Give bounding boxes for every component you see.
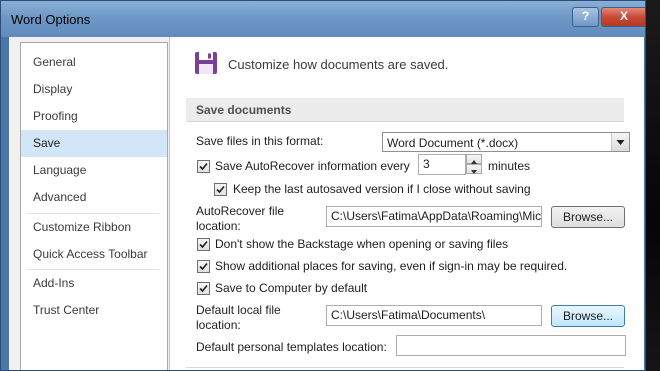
autorecover-location-label-2: location:: [196, 219, 241, 233]
spin-up-icon[interactable]: [466, 154, 482, 164]
word-options-dialog: Word Options ? X General Display Proofin…: [0, 0, 646, 371]
close-button[interactable]: X: [601, 7, 645, 27]
options-sidebar: General Display Proofing Save Language A…: [20, 42, 168, 370]
help-button[interactable]: ?: [572, 7, 599, 27]
sidebar-item-quick-access-toolbar[interactable]: Quick Access Toolbar: [21, 241, 167, 268]
templates-location-label: Default personal templates location:: [196, 340, 387, 354]
default-local-label: Default local file: [196, 303, 281, 317]
backstage-label: Don't show the Backstage when opening or…: [215, 237, 509, 251]
section-divider: [186, 367, 624, 368]
sidebar-item-language[interactable]: Language: [21, 157, 167, 184]
sidebar-item-add-ins[interactable]: Add-Ins: [21, 270, 167, 297]
sidebar-item-advanced[interactable]: Advanced: [21, 184, 167, 211]
autorecover-location-input[interactable]: C:\Users\Fatima\AppData\Roaming\Mic: [326, 206, 542, 227]
page-header-text: Customize how documents are saved.: [228, 57, 449, 72]
window-title: Word Options: [11, 12, 91, 27]
sidebar-item-general[interactable]: General: [21, 49, 167, 76]
templates-location-input[interactable]: [396, 335, 626, 356]
autorecover-checkbox[interactable]: [197, 160, 210, 173]
default-local-label-2: location:: [196, 318, 241, 332]
section-title: Save documents: [186, 98, 624, 122]
sidebar-item-trust-center[interactable]: Trust Center: [21, 297, 167, 324]
title-bar[interactable]: Word Options ? X: [1, 1, 645, 37]
minutes-label: minutes: [488, 159, 531, 173]
spin-down-icon[interactable]: [466, 164, 482, 174]
format-label: Save files in this format:: [196, 134, 324, 148]
additional-places-label: Show additional places for saving, even …: [215, 259, 568, 273]
sidebar-item-display[interactable]: Display: [21, 76, 167, 103]
keep-last-checkbox[interactable]: [214, 183, 227, 196]
sidebar-item-proofing[interactable]: Proofing: [21, 103, 167, 130]
autorecover-location-label: AutoRecover file: [196, 204, 285, 218]
save-format-dropdown[interactable]: Word Document (*.docx): [382, 132, 630, 152]
backstage-checkbox[interactable]: [197, 238, 210, 251]
autorecover-label: Save AutoRecover information every: [215, 159, 410, 173]
browse-autorecover-button[interactable]: Browse...: [551, 206, 625, 228]
dialog-body: General Display Proofing Save Language A…: [9, 37, 644, 370]
save-options-panel: Customize how documents are saved. Save …: [169, 37, 644, 370]
floppy-disk-icon: [195, 52, 217, 74]
save-computer-checkbox[interactable]: [197, 282, 210, 295]
sidebar-item-save[interactable]: Save: [21, 130, 167, 157]
sidebar-item-customize-ribbon[interactable]: Customize Ribbon: [21, 214, 167, 241]
additional-places-checkbox[interactable]: [197, 260, 210, 273]
autorecover-minutes-input[interactable]: 3: [418, 154, 466, 175]
save-format-value: Word Document (*.docx): [387, 136, 519, 150]
browse-local-button[interactable]: Browse...: [551, 305, 625, 327]
chevron-down-icon[interactable]: [611, 133, 629, 151]
keep-last-label: Keep the last autosaved version if I clo…: [233, 182, 531, 196]
default-local-input[interactable]: C:\Users\Fatima\Documents\: [326, 305, 542, 326]
save-computer-label: Save to Computer by default: [215, 281, 368, 295]
